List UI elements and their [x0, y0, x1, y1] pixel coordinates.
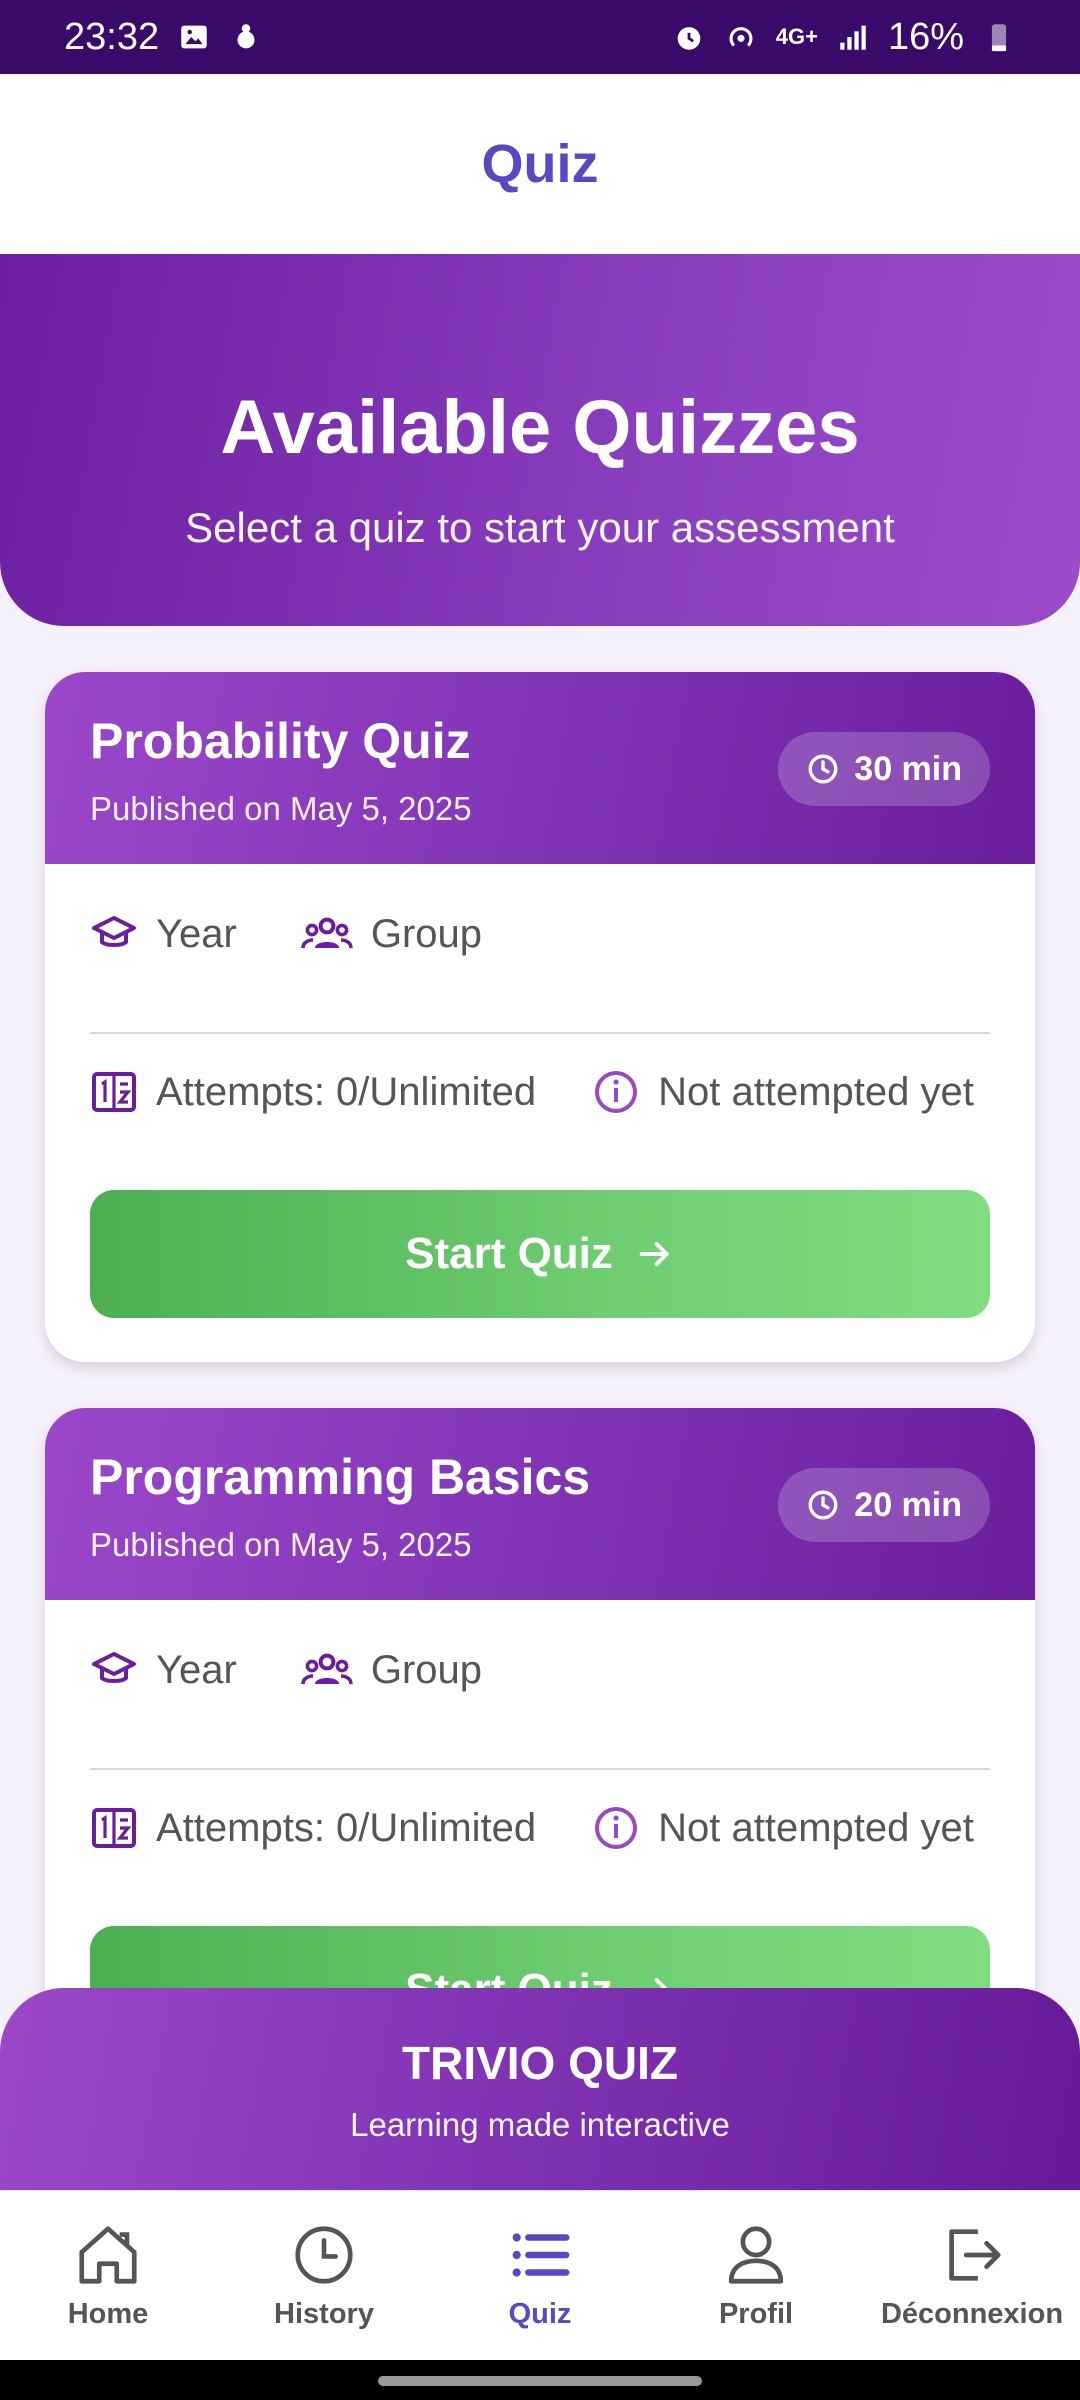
group-label: Group	[370, 911, 482, 956]
clock-icon	[295, 2226, 353, 2284]
year-label: Year	[156, 1647, 237, 1692]
quiz-published-date: Published on May 5, 2025	[90, 790, 472, 827]
quiz-title: Probability Quiz	[90, 713, 471, 769]
info-icon	[595, 1807, 638, 1849]
group-info: Group	[301, 1646, 482, 1694]
nav-item-history[interactable]: History	[216, 2191, 432, 2360]
duration-label: 20 min	[854, 1485, 962, 1524]
nav-item-profil[interactable]: Profil	[648, 2191, 864, 2360]
status-right: 4G+ 16%	[672, 16, 1016, 59]
divider	[90, 1768, 990, 1770]
clock-icon	[808, 1490, 838, 1520]
graduation-cap-icon	[92, 1652, 136, 1683]
arrow-right-icon	[639, 1242, 669, 1266]
gesture-handle[interactable]	[378, 2376, 702, 2386]
info-icon	[595, 1071, 638, 1113]
quiz-card-header: Probability Quiz Published on May 5, 202…	[45, 672, 1035, 864]
group-label: Group	[370, 1647, 482, 1692]
notification-icon	[237, 24, 255, 49]
quiz-card: Probability Quiz Published on May 5, 202…	[45, 672, 1035, 1362]
group-info: Group	[301, 910, 482, 958]
nav-label: Profil	[718, 2298, 794, 2330]
duration-badge: 20 min	[778, 1468, 990, 1542]
attempts-label: Attempts: 0/Unlimited	[156, 1069, 537, 1114]
brand-subtitle: Learning made interactive	[350, 2106, 730, 2143]
status-time: 23:32	[64, 15, 160, 58]
year-label: Year	[156, 911, 237, 956]
quiz-meta-row: Year Group	[90, 910, 482, 958]
brand-title: TRIVIO QUIZ	[402, 2037, 678, 2089]
nav-label: Déconnexion	[880, 2298, 1064, 2330]
battery-percent: 16%	[887, 15, 964, 58]
attempt-status: Not attempted yet	[592, 1068, 974, 1116]
status-bar: 23:32 4G+ 16%	[0, 0, 1080, 74]
quiz-meta-row: Year Group	[90, 1646, 482, 1694]
nav-label: History	[274, 2298, 374, 2330]
attempts-info: Attempts: 0/Unlimited	[90, 1068, 536, 1116]
group-icon	[301, 917, 353, 949]
year-info: Year	[90, 1646, 237, 1694]
nav-label: Quiz	[508, 2298, 572, 2330]
quiz-published-date: Published on May 5, 2025	[90, 1526, 472, 1563]
nav-item-deconnexion[interactable]: Déconnexion	[864, 2191, 1080, 2360]
graduation-cap-icon	[92, 916, 136, 947]
status-label: Not attempted yet	[658, 1805, 974, 1850]
image-icon	[181, 25, 207, 49]
list-icon	[512, 2233, 570, 2277]
score-icon	[92, 1072, 136, 1112]
hero-title: Available Quizzes	[220, 385, 860, 470]
network-type: 4G+	[775, 24, 818, 49]
nav-item-quiz[interactable]: Quiz	[432, 2191, 648, 2360]
battery-icon	[991, 24, 1007, 52]
start-quiz-button[interactable]: Start Quiz	[90, 1190, 990, 1318]
quiz-card-header: Programming Basics Published on May 5, 2…	[45, 1408, 1035, 1600]
signal-icon	[840, 25, 866, 50]
quiz-attempts-row: Attempts: 0/Unlimited Not attempted yet	[90, 1804, 974, 1852]
divider	[90, 1032, 990, 1034]
start-quiz-label: Start Quiz	[405, 1229, 613, 1278]
nav-label: Home	[67, 2298, 149, 2330]
gesture-area	[0, 2360, 1080, 2400]
hero-subtitle: Select a quiz to start your assessment	[185, 504, 895, 551]
status-label: Not attempted yet	[658, 1069, 974, 1114]
clock-icon	[808, 754, 838, 784]
person-icon	[728, 2226, 784, 2284]
hotspot-icon	[729, 27, 753, 47]
brand-footer: TRIVIO QUIZ Learning made interactive	[0, 1988, 1080, 2190]
status-left: 23:32	[64, 16, 263, 59]
hero-banner: Available Quizzes Select a quiz to start…	[0, 254, 1080, 626]
quiz-title: Programming Basics	[90, 1449, 591, 1505]
alarm-icon	[677, 27, 701, 50]
attempt-status: Not attempted yet	[592, 1804, 974, 1852]
year-info: Year	[90, 910, 237, 958]
app-header: Quiz	[0, 74, 1080, 254]
duration-label: 30 min	[854, 749, 962, 788]
page-title: Quiz	[481, 134, 599, 194]
quiz-attempts-row: Attempts: 0/Unlimited Not attempted yet	[90, 1068, 974, 1116]
duration-badge: 30 min	[778, 732, 990, 806]
nav-item-home[interactable]: Home	[0, 2191, 216, 2360]
score-icon	[92, 1808, 136, 1848]
home-icon	[79, 2226, 137, 2284]
attempts-info: Attempts: 0/Unlimited	[90, 1804, 536, 1852]
bottom-nav: Home History Quiz Profil Déconnexion	[0, 2190, 1080, 2360]
logout-icon	[949, 2229, 1001, 2281]
attempts-label: Attempts: 0/Unlimited	[156, 1805, 537, 1850]
group-icon	[301, 1653, 353, 1685]
